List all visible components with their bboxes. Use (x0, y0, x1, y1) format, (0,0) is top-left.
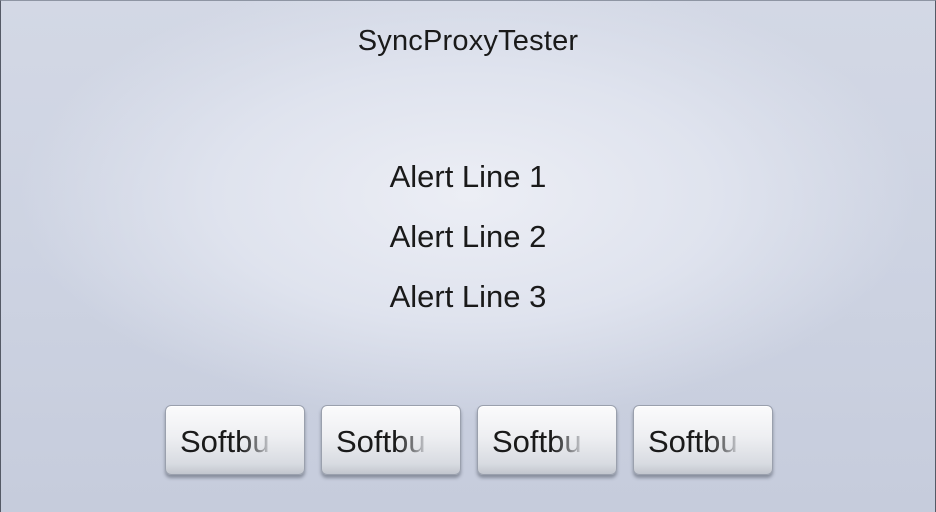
softbutton-2[interactable]: Softbu (321, 405, 461, 475)
app-title: SyncProxyTester (357, 25, 579, 57)
softbutton-4-label: Softbu (648, 424, 760, 460)
softbutton-3[interactable]: Softbu (477, 405, 617, 475)
alert-text-area: Alert Line 1 Alert Line 2 Alert Line 3 (1, 157, 935, 337)
softbutton-1[interactable]: Softbu (165, 405, 305, 475)
softbutton-2-label: Softbu (336, 424, 448, 460)
softbutton-4[interactable]: Softbu (633, 405, 773, 475)
alert-line-2: Alert Line 2 (389, 219, 547, 254)
softbutton-1-label: Softbu (180, 424, 292, 460)
softbutton-bar: Softbu Softbu Softbu Softbu (165, 405, 773, 475)
alert-line-1: Alert Line 1 (389, 159, 547, 194)
app-screen: SyncProxyTester Alert Line 1 Alert Line … (0, 0, 936, 512)
alert-line-3: Alert Line 3 (389, 279, 547, 314)
softbutton-3-label: Softbu (492, 424, 604, 460)
